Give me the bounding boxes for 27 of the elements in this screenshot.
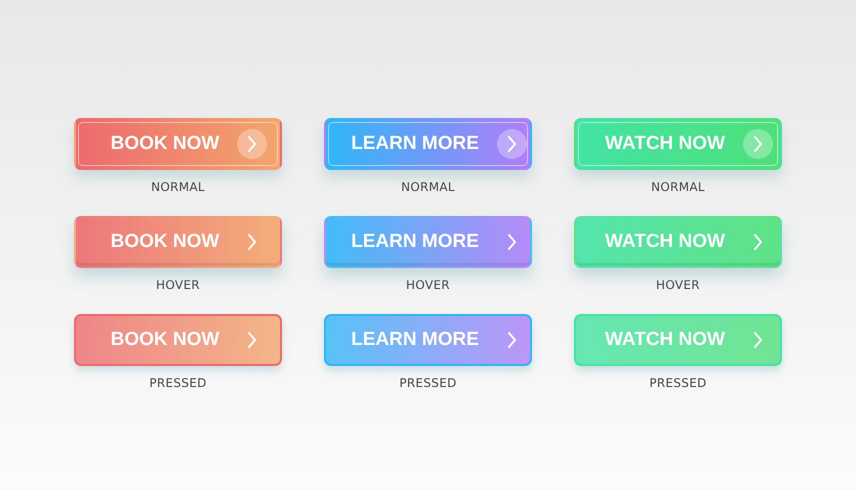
cta-button[interactable]: BOOK NOW <box>74 216 282 268</box>
cta-button[interactable]: LEARN MORE <box>324 118 532 170</box>
state-caption: PRESSED <box>649 376 707 390</box>
cta-button[interactable]: WATCH NOW <box>574 216 782 268</box>
cta-button[interactable]: LEARN MORE <box>324 216 532 268</box>
state-caption: NORMAL <box>401 180 455 194</box>
circled-chevron-icon <box>237 129 268 159</box>
state-caption: HOVER <box>156 278 200 292</box>
state-caption: NORMAL <box>651 180 705 194</box>
chevron-icon <box>248 332 256 348</box>
chevron-icon <box>754 332 762 348</box>
chevron-icon <box>248 234 256 250</box>
state-caption: PRESSED <box>149 376 207 390</box>
chevron-icon <box>508 234 516 250</box>
cta-button[interactable]: BOOK NOW <box>74 314 282 366</box>
state-caption: NORMAL <box>151 180 205 194</box>
circled-chevron-icon <box>742 129 773 159</box>
cta-button[interactable]: WATCH NOW <box>574 118 782 170</box>
cta-button[interactable]: WATCH NOW <box>574 314 782 366</box>
chevron-icon <box>508 332 516 348</box>
chevron-icon <box>754 234 762 250</box>
circled-chevron-icon <box>496 129 527 159</box>
state-caption: HOVER <box>406 278 450 292</box>
cta-button[interactable]: BOOK NOW <box>74 118 282 170</box>
state-caption: HOVER <box>656 278 700 292</box>
state-caption: PRESSED <box>399 376 457 390</box>
cta-button[interactable]: LEARN MORE <box>324 314 532 366</box>
